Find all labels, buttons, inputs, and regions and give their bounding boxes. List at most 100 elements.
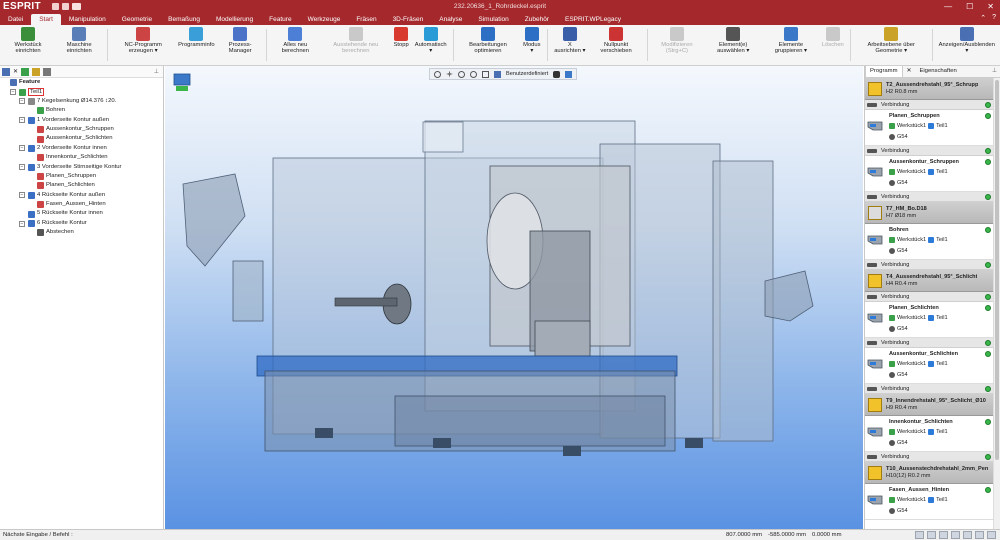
tree-item[interactable]: − 1 Vorderseite Kontur außen bbox=[0, 116, 163, 125]
workplane-icon[interactable] bbox=[939, 531, 948, 539]
ribbon-tab-zubehör[interactable]: Zubehör bbox=[517, 14, 557, 25]
elemente-auswaehlen-button[interactable]: Element(e) auswählen ▾ bbox=[703, 27, 762, 65]
tree-item[interactable]: − 6 Rückseite Kontur bbox=[0, 219, 163, 228]
tree-item[interactable]: − 2 Vorderseite Kontur innen bbox=[0, 144, 163, 153]
ribbon-tab-geometrie[interactable]: Geometrie bbox=[114, 14, 160, 25]
alles-neu-button[interactable]: Alles neu berechnen bbox=[270, 27, 321, 65]
connection-row[interactable]: Verbindung bbox=[865, 100, 994, 110]
tree-expander-icon[interactable]: − bbox=[19, 192, 25, 199]
layer-icon[interactable] bbox=[963, 531, 972, 539]
anzeigen-button[interactable]: Anzeigen/Ausblenden ▾ bbox=[936, 27, 998, 65]
connection-row[interactable]: Verbindung bbox=[865, 338, 994, 348]
ribbon-tab-modellierung[interactable]: Modellierung bbox=[208, 14, 261, 25]
tree-item[interactable]: Abstechen bbox=[0, 228, 163, 237]
tree-item[interactable]: − 3 Vorderseite Stirnseitige Kontur bbox=[0, 163, 163, 172]
binoculars-icon[interactable] bbox=[553, 70, 561, 78]
tree-item[interactable]: 5 Rückseite Kontur innen bbox=[0, 209, 163, 218]
nc-code-icon[interactable] bbox=[72, 3, 81, 10]
tree-expander-icon[interactable]: − bbox=[19, 164, 25, 171]
custom-view-icon[interactable] bbox=[494, 70, 501, 78]
save-icon[interactable] bbox=[52, 3, 59, 10]
tree-item[interactable]: Innenkontur_Schlichten bbox=[0, 153, 163, 162]
project-manager-icon[interactable] bbox=[21, 67, 30, 76]
collapse-ribbon-icon[interactable]: ⌃ bbox=[980, 14, 986, 22]
operation-row[interactable]: Planen_Schruppen Werkstück1 Teil1 G54 bbox=[865, 110, 994, 146]
undo-icon[interactable] bbox=[62, 3, 69, 10]
tree-item[interactable]: − 7 Kegelsenkung Ø14.376 ↕20. bbox=[0, 97, 163, 106]
modus-button[interactable]: Modus ▾ bbox=[519, 27, 544, 65]
ribbon-tab-fräsen[interactable]: Fräsen bbox=[348, 14, 384, 25]
connection-row[interactable]: Verbindung bbox=[865, 292, 994, 302]
3d-viewport[interactable]: Benutzerdefiniert bbox=[165, 66, 863, 529]
operation-row[interactable]: Aussenkontur_Schruppen Werkstück1 Teil1 G54 bbox=[865, 156, 994, 192]
tree-item[interactable]: Feature bbox=[0, 78, 163, 87]
maschine-button[interactable]: Maschine einrichten bbox=[54, 27, 104, 65]
fit-view-icon[interactable] bbox=[482, 70, 489, 78]
tool-row[interactable]: T7_HM_Bo.D18 H7 Ø18 mm bbox=[865, 202, 994, 224]
tree-view-icon[interactable] bbox=[2, 67, 10, 76]
tree-item[interactable]: − 4 Rückseite Kontur außen bbox=[0, 191, 163, 200]
ribbon-tab-3d-fräsen[interactable]: 3D-Fräsen bbox=[385, 14, 432, 25]
ribbon-tab-feature[interactable]: Feature bbox=[261, 14, 299, 25]
tool-row[interactable]: T9_Innendrehstahl_95°_Schlicht_Ø10 H9 R0.… bbox=[865, 394, 994, 416]
zoom-icon[interactable] bbox=[458, 70, 465, 78]
connection-row[interactable]: Verbindung bbox=[865, 146, 994, 156]
tool-row[interactable]: T2_Aussendrehstahl_95°_Schrupp H2 R0.8 mm bbox=[865, 78, 994, 100]
nullpunkt-button[interactable]: Nullpunkt verschieben bbox=[589, 27, 644, 65]
operation-row[interactable]: Aussenkontur_Schlichten Werkstück1 Teil1 G5… bbox=[865, 348, 994, 384]
connection-row[interactable]: Verbindung bbox=[865, 452, 994, 462]
tree-item[interactable]: Bohren bbox=[0, 106, 163, 115]
command-prompt[interactable]: Nächste Eingabe / Befehl : bbox=[3, 532, 73, 538]
stock-icon[interactable] bbox=[32, 67, 41, 76]
automatisch-button[interactable]: Automatisch ▾ bbox=[412, 27, 450, 65]
ribbon-tab-simulation[interactable]: Simulation bbox=[470, 14, 516, 25]
loeschen-button[interactable]: Löschen bbox=[819, 27, 847, 65]
tree-item[interactable]: Aussenkontur_Schruppen bbox=[0, 125, 163, 134]
rotate-icon[interactable] bbox=[434, 70, 441, 78]
tree-item[interactable]: Fasen_Aussen_Hinten bbox=[0, 200, 163, 209]
elemente-gruppieren-button[interactable]: Elemente gruppieren ▾ bbox=[763, 27, 819, 65]
grid-icon[interactable] bbox=[927, 531, 936, 539]
connection-row[interactable]: Verbindung bbox=[865, 192, 994, 202]
tree-expander-icon[interactable]: − bbox=[19, 145, 25, 152]
close-panel-icon[interactable]: ✕ bbox=[13, 68, 18, 75]
ribbon-tab-bemaßung[interactable]: Bemaßung bbox=[160, 14, 208, 25]
arbeitsebene-button[interactable]: Arbeitsebene über Geometrie ▾ bbox=[854, 27, 929, 65]
bearbeitungen-button[interactable]: Bearbeitungen optimieren bbox=[456, 27, 519, 65]
program-scrollbar[interactable] bbox=[993, 78, 1000, 529]
programminfo-button[interactable]: Programminfo bbox=[175, 27, 217, 65]
display-icon[interactable] bbox=[987, 531, 996, 539]
connection-row[interactable]: Verbindung bbox=[865, 384, 994, 394]
pin-icon[interactable]: ⊥ bbox=[992, 66, 997, 77]
x-ausrichten-button[interactable]: X ausrichten ▾ bbox=[551, 27, 589, 65]
tree-item[interactable]: − Teil1 bbox=[0, 87, 163, 97]
minimize-icon[interactable]: — bbox=[944, 0, 952, 13]
stopp-button[interactable]: Stopp bbox=[391, 27, 412, 65]
connection-row[interactable]: Verbindung bbox=[865, 260, 994, 270]
tree-expander-icon[interactable]: − bbox=[10, 89, 16, 96]
close-icon[interactable]: ✕ bbox=[987, 0, 994, 13]
scrollbar-thumb[interactable] bbox=[995, 80, 999, 460]
ribbon-tab-esprit-wplegacy[interactable]: ESPRIT.WPLegacy bbox=[557, 14, 629, 25]
help-icon[interactable]: ? bbox=[992, 14, 996, 22]
render-mode-icon[interactable] bbox=[565, 70, 573, 78]
orientation-widget[interactable] bbox=[171, 72, 193, 94]
ribbon-tab-analyse[interactable]: Analyse bbox=[431, 14, 470, 25]
modifizieren-button[interactable]: Modifizieren (Strg+C) bbox=[650, 27, 703, 65]
operation-row[interactable]: Planen_Schlichten Werkstück1 Teil1 G54 bbox=[865, 302, 994, 338]
pin-icon[interactable]: ⊥ bbox=[154, 68, 159, 75]
nc-programm-button[interactable]: NC-Programm erzeugen ▾ bbox=[111, 27, 175, 65]
ribbon-tab-start[interactable]: Start bbox=[31, 14, 61, 25]
tree-expander-icon[interactable]: − bbox=[19, 220, 25, 227]
view-mode-label[interactable]: Benutzerdefiniert bbox=[506, 71, 548, 77]
werkstueck-button[interactable]: Werkstück einrichten bbox=[2, 27, 54, 65]
prozess-manager-button[interactable]: Prozess-Manager bbox=[218, 27, 263, 65]
tree-item[interactable]: Planen_Schruppen bbox=[0, 172, 163, 181]
ribbon-tab-werkzeuge[interactable]: Werkzeuge bbox=[300, 14, 349, 25]
filter-icon[interactable] bbox=[975, 531, 984, 539]
ribbon-tab-datei[interactable]: Datei bbox=[0, 14, 31, 25]
tool-row[interactable]: T4_Aussendrehstahl_95°_Schlicht H4 R0.4 m… bbox=[865, 270, 994, 292]
close-tab-icon[interactable]: ✕ bbox=[903, 66, 916, 77]
operation-row[interactable]: Innenkontur_Schlichten Werkstück1 Teil1 G54 bbox=[865, 416, 994, 452]
pan-icon[interactable] bbox=[446, 70, 453, 78]
